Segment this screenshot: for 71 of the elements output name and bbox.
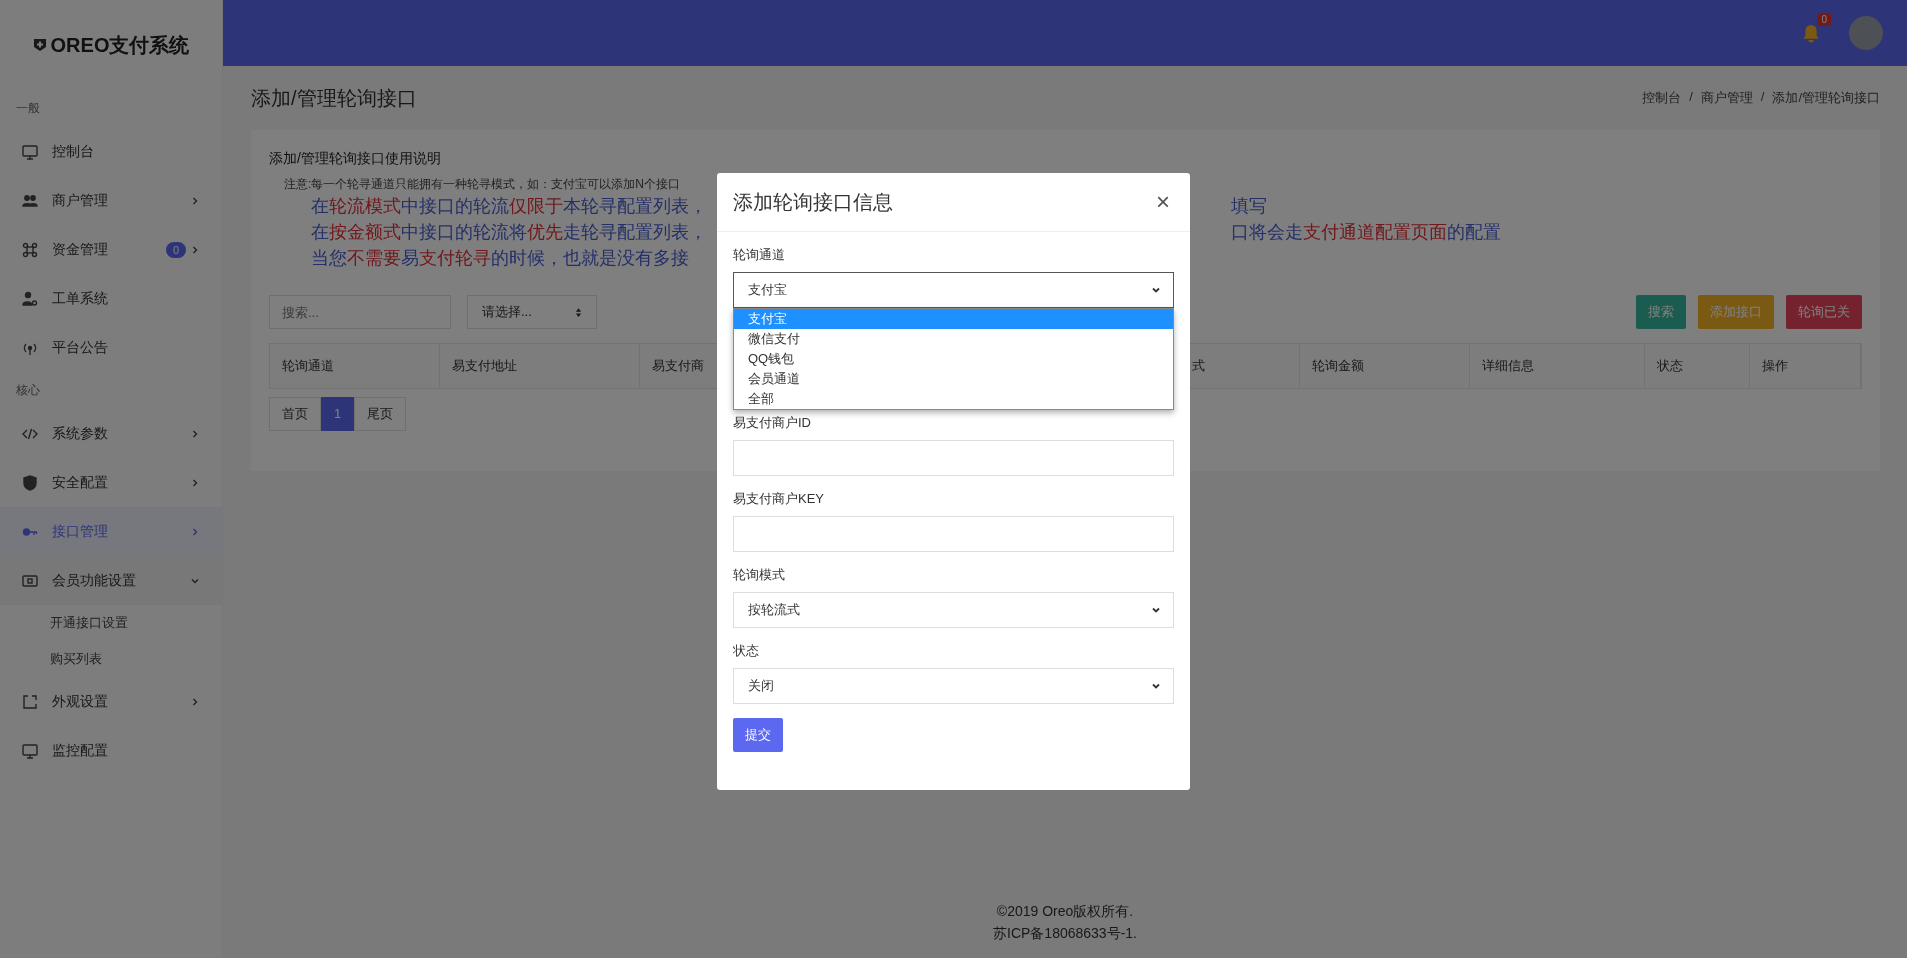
instruction-text: 当您不需要易支付轮寻的时候，也就是没有多接 <box>311 247 689 270</box>
sidebar-item[interactable]: 会员功能设置 <box>0 556 222 605</box>
breadcrumb-link[interactable]: 添加/管理轮询接口 <box>1772 89 1880 107</box>
select-field[interactable]: 关闭 <box>733 668 1174 704</box>
sidebar-item[interactable]: 监控配置 <box>0 726 222 775</box>
note-text: 注意:每一个轮寻通道只能拥有一种轮寻模式，如：支付宝可以添加N个接口 <box>284 176 681 193</box>
brand-name: OREO支付系统 <box>50 32 190 58</box>
close-button[interactable]: × <box>1152 188 1174 216</box>
sidebar-item[interactable]: 商户管理 <box>0 176 222 225</box>
sidebar-item[interactable]: 安全配置 <box>0 458 222 507</box>
count-badge: 0 <box>165 241 186 258</box>
field-label: 轮询通道 <box>733 246 786 264</box>
instruction-text: 填写 <box>1231 195 1267 218</box>
dropdown-option[interactable]: QQ钱包 <box>734 349 1173 369</box>
submenu-item[interactable]: 购买列表 <box>0 641 222 677</box>
field-label: 易支付商户KEY <box>733 490 825 508</box>
field-label: 易支付商户ID <box>733 414 812 432</box>
dropdown-option[interactable]: 全部 <box>734 389 1173 409</box>
search-field[interactable]: 搜索... <box>269 295 451 329</box>
shield-plus-icon <box>32 38 47 52</box>
breadcrumb-separator: / <box>1689 89 1693 106</box>
dropdown-option[interactable]: 支付宝 <box>734 309 1173 329</box>
breadcrumb-link[interactable]: 控制台 <box>1642 89 1682 107</box>
instruction-text: 口将会走支付通道配置页面的配置 <box>1231 221 1501 244</box>
expand-icon <box>22 693 38 710</box>
notification-badge: 0 <box>1817 13 1831 26</box>
sidebar-item[interactable]: 系统参数 <box>0 409 222 458</box>
sidebar-item[interactable]: 接口管理 <box>0 507 222 556</box>
chevron-down-icon <box>1151 681 1161 691</box>
monitor-icon <box>22 143 38 160</box>
instruction-text: 在轮流模式中接口的轮流仅限于本轮寻配置列表， <box>311 195 707 218</box>
card-icon <box>22 572 38 589</box>
input-field[interactable] <box>733 516 1174 552</box>
select-field[interactable]: 按轮流式 <box>733 592 1174 628</box>
field-label: 状态 <box>733 642 760 660</box>
instruction-text: 在按金额式中接口的轮流将优先走轮寻配置列表， <box>311 221 707 244</box>
breadcrumb-link[interactable]: 商户管理 <box>1700 89 1753 107</box>
submit-button[interactable]: 提交 <box>733 718 783 752</box>
avatar[interactable] <box>1849 16 1883 50</box>
field-label: 轮询模式 <box>733 566 786 584</box>
page-link[interactable]: 尾页 <box>354 397 407 431</box>
sidebar-item[interactable]: 资金管理 0 <box>0 225 222 274</box>
chevron-down-icon <box>1151 605 1161 615</box>
monitor-icon <box>22 742 38 759</box>
sidebar-item[interactable]: 工单系统 <box>0 274 222 323</box>
usercog-icon <box>22 290 38 307</box>
section-heading: 一般 <box>15 100 41 117</box>
users-icon <box>22 192 38 209</box>
sidebar-item[interactable]: 控制台 <box>0 127 222 176</box>
input-field[interactable] <box>733 440 1174 476</box>
page-link[interactable]: 首页 <box>269 397 321 431</box>
shield-icon <box>22 474 38 491</box>
sidebar-item[interactable]: 外观设置 <box>0 677 222 726</box>
command-icon <box>22 241 38 258</box>
chevron-down-icon <box>1151 285 1161 295</box>
sort-caret-icon <box>575 306 582 318</box>
select-field[interactable]: 支付宝 <box>733 272 1174 308</box>
bell-icon[interactable] <box>1801 23 1821 43</box>
dropdown-option[interactable]: 会员通道 <box>734 369 1173 389</box>
section-heading: 核心 <box>15 382 41 399</box>
modal-title: 添加轮询接口信息 <box>733 189 893 215</box>
submenu-item[interactable]: 开通接口设置 <box>0 605 222 641</box>
icp-text: 苏ICP备18068633号-1. <box>993 925 1137 943</box>
page-title: 添加/管理轮询接口 <box>251 85 417 111</box>
page-link[interactable]: 1 <box>321 397 355 431</box>
filter-select[interactable]: 请选择... <box>467 295 597 329</box>
toggle-button[interactable]: 轮询已关 <box>1786 295 1862 329</box>
instructions-title: 添加/管理轮询接口使用说明 <box>269 150 442 168</box>
sidebar-item[interactable]: 平台公告 <box>0 323 222 372</box>
copyright-text: ©2019 Oreo版权所有. <box>996 903 1134 921</box>
breadcrumb-separator: / <box>1760 89 1765 106</box>
